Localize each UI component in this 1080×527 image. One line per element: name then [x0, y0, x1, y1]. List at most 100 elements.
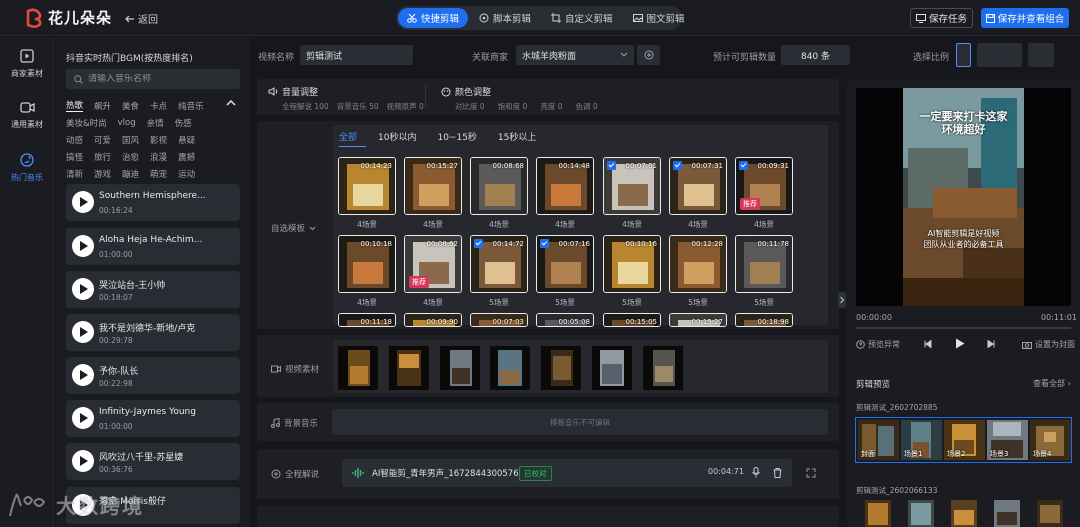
music-track[interactable]: Southern Hemisphere... 00:16:24: [66, 184, 240, 221]
template-thumbnail[interactable]: 00:15:27: [404, 157, 462, 215]
play-icon[interactable]: [72, 407, 94, 429]
music-track[interactable]: 予你-队长 00:22:98: [66, 357, 240, 394]
nav-general-materials[interactable]: 通用素材: [0, 101, 54, 130]
tag-instrumental[interactable]: 纯音乐: [178, 100, 204, 112]
preview-frame-scene[interactable]: 场景2: [944, 420, 985, 460]
narration-audio-item[interactable]: AI智能剪_青年男声_1672844300576.MP3 已校对 00:04:7…: [342, 459, 792, 487]
ratio-portrait-option[interactable]: [956, 43, 971, 67]
checkbox-checked-icon[interactable]: [607, 161, 616, 170]
tab-custom-edit[interactable]: 自定义剪辑: [542, 8, 622, 28]
tag-rising[interactable]: 飙升: [94, 100, 111, 112]
play-icon[interactable]: [72, 191, 94, 213]
template-thumbnail[interactable]: 00:11:18: [338, 313, 396, 327]
nav-merchant-materials[interactable]: 商家素材: [0, 49, 54, 79]
music-track[interactable]: 哭泣站台-王小帅 00:18:07: [66, 271, 240, 308]
tag-pets[interactable]: 萌宠: [150, 168, 167, 180]
music-track[interactable]: 我不是刘德华-新地/卢克 00:29:78: [66, 314, 240, 351]
preview-group-strip[interactable]: 封面 场景1 场景2 场景3 场景4: [855, 417, 1072, 463]
tag-shocking[interactable]: 震撼: [178, 151, 195, 163]
color-adjust-button[interactable]: 颜色调整: [441, 85, 491, 98]
save-task-button[interactable]: 保存任务: [910, 8, 973, 28]
play-icon[interactable]: [72, 235, 94, 257]
tag-hot-songs[interactable]: 热歌: [66, 99, 84, 112]
checkbox-checked-icon[interactable]: [474, 239, 483, 248]
tab-quick-edit[interactable]: 快捷剪辑: [398, 8, 469, 28]
tag-vlog[interactable]: vlog: [118, 118, 136, 128]
template-thumbnail[interactable]: 00:09:31 推荐: [735, 157, 793, 215]
material-clip[interactable]: [490, 346, 530, 390]
checkbox-checked-icon[interactable]: [739, 161, 748, 170]
play-icon[interactable]: [72, 278, 94, 300]
material-clip[interactable]: [440, 346, 480, 390]
preview-frame-scene[interactable]: [865, 500, 891, 527]
expand-icon[interactable]: [806, 468, 816, 478]
merchant-select[interactable]: 水城羊肉粉面: [516, 45, 634, 65]
tab-all[interactable]: 全部: [339, 128, 367, 147]
tag-beauty-fashion[interactable]: 美妆&时尚: [66, 117, 107, 129]
music-track[interactable]: 风吹过八千里-苏星婕 00:36:76: [66, 443, 240, 480]
tab-script-edit[interactable]: 脚本剪辑: [470, 8, 540, 28]
microphone-icon[interactable]: [752, 467, 760, 478]
template-section-label[interactable]: 自选模板: [271, 222, 316, 234]
video-player[interactable]: 一定要来打卡这家 环境超好 AI智能剪辑是好视频 团队从业者的必备工具: [856, 88, 1071, 306]
tag-funny[interactable]: 搞怪: [66, 151, 83, 163]
template-thumbnail[interactable]: 00:14:23: [338, 157, 396, 215]
template-thumbnail[interactable]: 00:07:31: [669, 157, 727, 215]
template-thumbnail[interactable]: 00:10:16: [603, 235, 661, 293]
tag-disco[interactable]: 蹦迪: [122, 168, 139, 180]
preview-frame-scene[interactable]: [951, 500, 977, 527]
view-all-link[interactable]: 查看全部 ›: [1033, 378, 1071, 389]
template-thumbnail[interactable]: 00:05:08: [536, 313, 594, 327]
tag-game[interactable]: 游戏: [94, 168, 111, 180]
video-name-input[interactable]: 剪辑测试: [300, 45, 413, 65]
preview-frame-cover[interactable]: 封面: [858, 420, 899, 460]
panel-toggle-handle[interactable]: [838, 292, 846, 308]
template-thumbnail[interactable]: 00:07:03: [470, 313, 528, 327]
material-clip[interactable]: [389, 346, 429, 390]
material-clip[interactable]: [592, 346, 632, 390]
music-track[interactable]: Infinity-Jaymes Young 01:00:00: [66, 400, 240, 437]
play-icon[interactable]: [72, 321, 94, 343]
material-clip[interactable]: [643, 346, 683, 390]
template-thumbnail[interactable]: 00:07:16: [536, 235, 594, 293]
preview-frame-scene[interactable]: 场景4: [1030, 420, 1071, 460]
template-thumbnail[interactable]: 00:14:48: [536, 157, 594, 215]
template-thumbnail[interactable]: 00:11:78: [735, 235, 793, 293]
tag-dynamic[interactable]: 动感: [66, 134, 83, 146]
preview-frame-scene[interactable]: [908, 500, 934, 527]
preview-frame-scene[interactable]: [994, 500, 1020, 527]
ratio-square-option[interactable]: [1028, 43, 1054, 67]
tag-healing[interactable]: 治愈: [122, 151, 139, 163]
template-thumbnail[interactable]: 00:15:05: [603, 313, 661, 327]
back-button[interactable]: 返回: [125, 11, 158, 26]
chevron-up-icon[interactable]: [226, 99, 236, 107]
tag-sports[interactable]: 运动: [178, 168, 195, 180]
template-thumbnail[interactable]: 00:08:68: [470, 157, 528, 215]
material-clip[interactable]: [338, 346, 378, 390]
tag-family[interactable]: 亲情: [147, 117, 164, 129]
tag-food[interactable]: 美食: [122, 100, 139, 112]
template-thumbnail[interactable]: 00:12:28: [669, 235, 727, 293]
music-search-input[interactable]: [88, 74, 228, 84]
checkbox-checked-icon[interactable]: [673, 161, 682, 170]
tag-suspense[interactable]: 悬疑: [178, 134, 195, 146]
preview-frame-scene[interactable]: 场景3: [987, 420, 1028, 460]
tab-image-text-edit[interactable]: 图文剪辑: [624, 8, 694, 28]
template-thumbnail[interactable]: 00:14:72: [470, 235, 528, 293]
nav-hot-music[interactable]: 热门音乐: [0, 153, 54, 183]
preview-anomaly-button[interactable]: 预览异常: [856, 339, 900, 350]
tag-chinese-style[interactable]: 国风: [122, 134, 139, 146]
trash-icon[interactable]: [773, 468, 782, 478]
play-icon[interactable]: [955, 338, 965, 349]
skip-back-icon[interactable]: [924, 340, 932, 348]
tag-beat[interactable]: 卡点: [150, 100, 167, 112]
tab-10-15s[interactable]: 10~15秒: [437, 128, 485, 147]
progress-bar[interactable]: [856, 327, 1071, 329]
tab-over-15s[interactable]: 15秒以上: [498, 128, 545, 147]
set-cover-button[interactable]: 设置为封面: [1022, 339, 1075, 350]
preview-frame-scene[interactable]: [1037, 500, 1063, 527]
template-thumbnail[interactable]: 00:18:98: [735, 313, 793, 327]
material-clip[interactable]: [541, 346, 581, 390]
music-track[interactable]: Aloha Heja He-Achim... 01:00:00: [66, 228, 240, 265]
play-icon[interactable]: [72, 364, 94, 386]
